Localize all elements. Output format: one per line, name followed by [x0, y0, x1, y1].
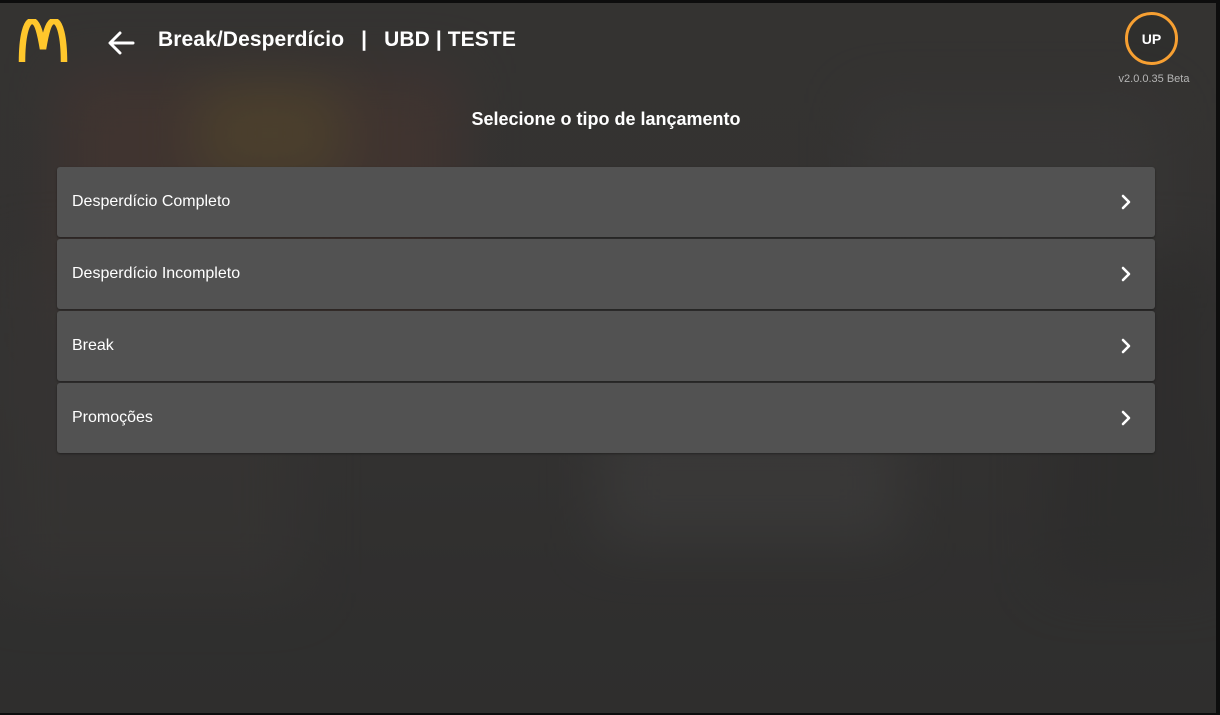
chevron-right-icon [1119, 193, 1133, 211]
back-button[interactable] [104, 27, 138, 59]
selection-prompt: Selecione o tipo de lançamento [471, 109, 741, 129]
option-label: Desperdício Completo [72, 193, 231, 210]
app-version: v2.0.0.35 Beta [1118, 73, 1190, 85]
chevron-right-icon [1119, 337, 1133, 355]
user-avatar[interactable]: UP [1125, 12, 1178, 65]
chevron-right-icon [1119, 265, 1133, 283]
screen-title: Break/Desperdício [158, 28, 345, 51]
option-desperdicio-completo[interactable]: Desperdício Completo [57, 167, 1155, 237]
option-label: Promoções [72, 409, 153, 426]
launch-type-list: Desperdício Completo Desperdício Incompl… [57, 167, 1155, 455]
option-label: Break [72, 337, 114, 354]
arrow-left-icon [108, 31, 135, 55]
page-title: Break/Desperdício | UBD | TESTE [158, 28, 516, 52]
option-desperdicio-incompleto[interactable]: Desperdício Incompleto [57, 239, 1155, 309]
title-separator: | [361, 28, 368, 51]
store-name: UBD | TESTE [384, 28, 516, 51]
user-initials: UP [1141, 30, 1162, 47]
app-screen: Break/Desperdício | UBD | TESTE UP v2.0.0.… [0, 0, 1220, 715]
option-label: Desperdício Incompleto [72, 265, 241, 282]
option-promocoes[interactable]: Promoções [57, 383, 1155, 453]
chevron-right-icon [1119, 409, 1133, 427]
option-break[interactable]: Break [57, 311, 1155, 381]
mcdonalds-logo-icon [18, 17, 68, 63]
